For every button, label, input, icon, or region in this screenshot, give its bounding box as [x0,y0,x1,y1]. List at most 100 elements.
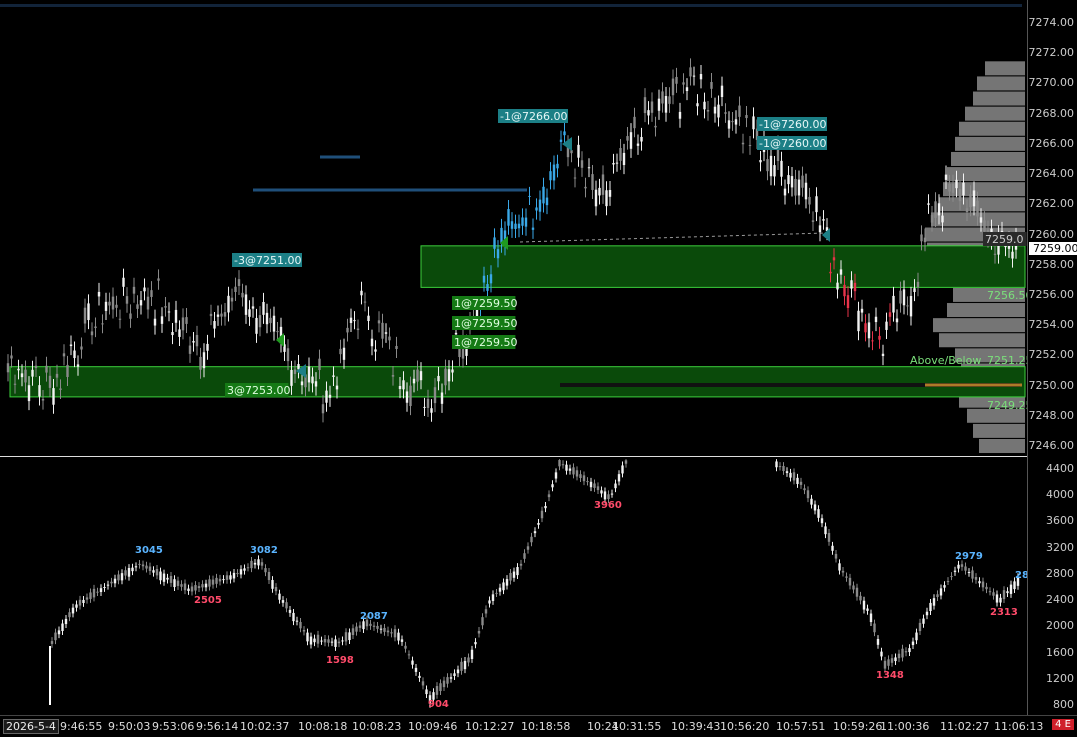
cum-body [488,600,491,604]
cum-body [792,472,796,481]
cum-body [306,632,309,642]
time-label: 9:56:14 [196,720,239,733]
cum-body [110,581,113,584]
cum-body [516,567,519,576]
cum-body [838,563,841,571]
cum-body [446,677,449,684]
cum-body [222,579,225,581]
trade-label: 1@7259.50 [452,316,518,330]
cum-body [778,466,782,468]
candle-body [790,176,794,188]
candle-body [276,331,279,333]
trade-label-text: 1@7259.50 [454,336,518,349]
trade-label: 1@7259.50 [452,296,518,310]
trade-label-text: -1@7260.00 [759,137,826,150]
cum-body [558,460,561,467]
candle-body [132,286,136,294]
cumulative-delta-panel[interactable]: 3045 3082 2505 1598 2087 904 3960 1348 2979 2313 2… [0,457,1077,715]
cum-body [1009,584,1013,594]
candle-body [559,139,563,142]
cum-body [953,570,957,572]
candle-body [83,307,87,324]
candle-body [514,223,517,229]
candle-body [447,369,451,382]
cum-body [785,471,789,473]
cum-body [96,591,99,593]
cum-body [925,611,929,616]
candle-body [727,120,731,129]
cum-body [817,509,820,518]
candle-body [328,394,332,398]
cum-extreme-label: 2979 [955,551,983,562]
candle-body [629,132,633,149]
price-tick: 7250.00 [1028,378,1075,392]
cum-extreme-label: 904 [428,699,449,710]
candle-body [909,295,913,317]
price-tick: 7252.00 [1028,348,1075,362]
cum-body [183,583,187,591]
cum-body [323,638,327,643]
cum-body [806,490,810,499]
session-flag[interactable]: 4 E [1052,719,1074,730]
cum-body [960,564,964,567]
cum-body [257,559,260,566]
candle-body [787,175,790,185]
trade-label-text: 1@7259.50 [454,297,518,310]
cum-body [974,577,978,580]
cum-body [813,504,817,511]
candle-body [381,322,384,339]
cum-body [320,640,323,642]
cum-extreme-label: 1598 [326,655,354,666]
candle-body [815,196,818,213]
volume-profile-bar [977,76,1025,91]
candle-body [899,290,902,304]
candle-body [626,136,629,141]
candle-body [94,326,97,329]
candle-body [419,371,423,381]
cum-body [292,612,295,622]
chart-window[interactable]: -3@7251.00 -1@7266.00 -1@7260.00 -1@7260.00… [0,0,1077,737]
cum-body [904,651,908,653]
cum-tick: 3200 [1046,540,1074,554]
cum-body [775,461,778,468]
cum-body [75,604,78,608]
candle-body [195,334,199,347]
candle-body [734,119,738,125]
cum-body [1002,590,1006,600]
upper-zone [420,245,1026,288]
time-axis[interactable]: 2026-5-4 9:46:55 9:50:03 9:53:06 9:56:14 10:… [0,715,1077,737]
price-panel[interactable]: -3@7251.00 -1@7266.00 -1@7260.00 -1@7260.00… [0,0,1077,457]
cum-body [197,586,201,589]
candle-body [62,353,66,357]
candle-body [594,189,598,207]
price-axis[interactable]: 7274.00 7272.00 7270.00 7268.00 7266.00 7264.… [1027,0,1077,457]
candle-body [832,257,836,261]
candle-body [73,350,76,359]
candle-body [580,160,584,168]
volume-profile-bar [959,121,1025,136]
candle-body [332,375,335,377]
candle-body [556,163,559,169]
cum-body [435,686,439,695]
candle-body [416,369,419,382]
candle-body [69,344,73,347]
candle-body [741,142,745,145]
candle-body [185,317,188,324]
time-label: 11:02:27 [940,720,990,733]
candle-body [255,317,258,334]
cum-body [404,645,407,649]
cum-body [561,464,565,466]
candle-body [164,306,167,308]
time-label: 11:00:36 [880,720,930,733]
candle-body [993,253,997,255]
candle-body [423,406,426,408]
cum-body [187,588,190,591]
candle-body [745,115,748,119]
cum-tick: 800 [1053,698,1074,711]
zone-price-label: 7256.50 [987,289,1033,302]
cum-body [554,472,558,479]
cum-body [470,649,474,659]
candle-body [10,355,13,359]
cum-axis[interactable]: 4400 4000 3600 3200 2800 2400 2000 1600 1200 800 [1027,457,1077,715]
cum-tick: 2800 [1046,566,1074,580]
